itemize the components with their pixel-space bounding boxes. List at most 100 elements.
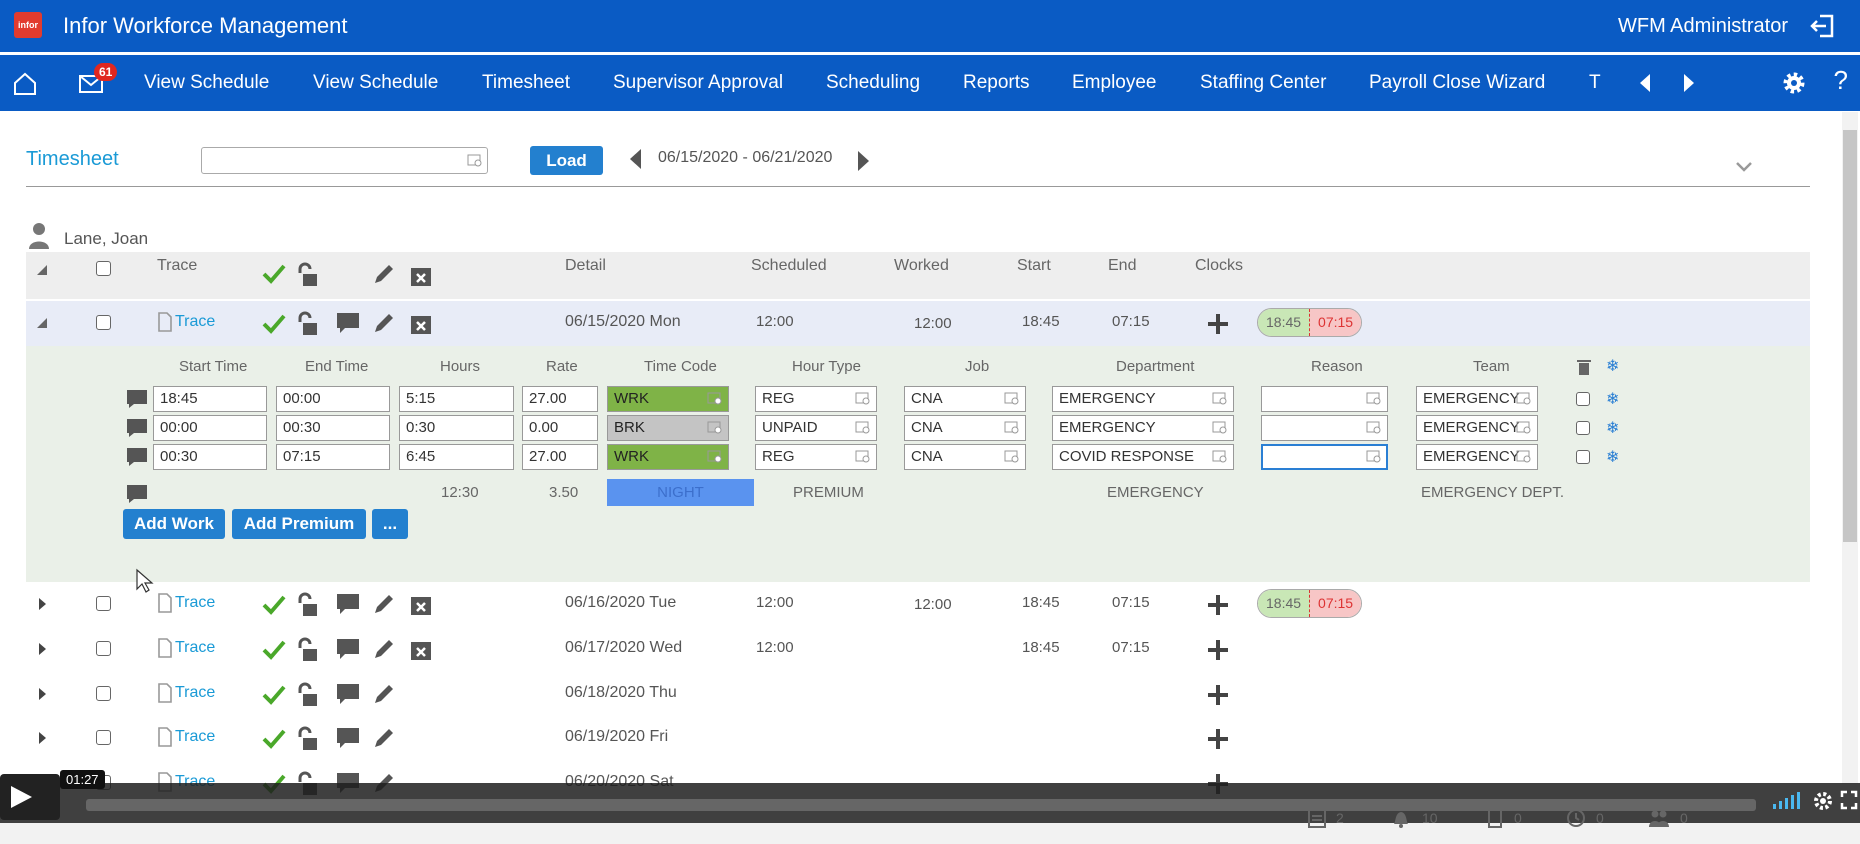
- unlock-icon[interactable]: [294, 311, 320, 337]
- collapse-all-icon[interactable]: [36, 264, 48, 276]
- department-field[interactable]: EMERGENCY: [1052, 415, 1234, 441]
- lookup-icon[interactable]: [707, 450, 723, 464]
- add-clock-icon[interactable]: [1206, 593, 1230, 617]
- lookup-icon[interactable]: [1516, 392, 1532, 406]
- snowflake-icon[interactable]: ❄: [1606, 418, 1619, 438]
- trace-link[interactable]: Trace: [175, 639, 215, 657]
- expand-row-icon[interactable]: [37, 687, 47, 701]
- delete-day-icon[interactable]: [409, 312, 433, 336]
- trace-link[interactable]: Trace: [175, 684, 215, 702]
- comment-icon[interactable]: [126, 389, 148, 409]
- employee-search-input[interactable]: [201, 147, 488, 174]
- help-icon[interactable]: ?: [1834, 65, 1848, 96]
- lookup-icon[interactable]: [1004, 450, 1020, 464]
- trash-icon[interactable]: [1576, 358, 1592, 376]
- clock-pair[interactable]: 18:45 07:15: [1257, 308, 1363, 337]
- department-field[interactable]: COVID RESPONSE: [1052, 444, 1234, 470]
- unlock-icon[interactable]: [294, 682, 320, 708]
- lookup-icon[interactable]: [855, 450, 871, 464]
- rate-field[interactable]: 27.00: [522, 386, 598, 412]
- lookup-icon[interactable]: [1212, 421, 1228, 435]
- rate-field[interactable]: 27.00: [522, 444, 598, 470]
- add-work-button[interactable]: Add Work: [123, 509, 225, 539]
- row-checkbox[interactable]: [96, 641, 111, 656]
- comment-icon[interactable]: [126, 447, 148, 467]
- pencil-icon[interactable]: [372, 682, 396, 706]
- people-icon[interactable]: [1648, 808, 1670, 828]
- expand-row-icon[interactable]: [37, 642, 47, 656]
- nav-view-schedule-1[interactable]: View Schedule: [144, 72, 269, 94]
- user-name[interactable]: WFM Administrator: [1618, 15, 1788, 38]
- nav-supervisor-approval[interactable]: Supervisor Approval: [613, 72, 783, 94]
- lookup-icon[interactable]: [1004, 421, 1020, 435]
- delete-day-icon[interactable]: [409, 638, 433, 662]
- approve-check-icon[interactable]: [262, 640, 286, 660]
- pencil-icon[interactable]: [372, 726, 396, 750]
- department-field[interactable]: EMERGENCY: [1052, 386, 1234, 412]
- lookup-icon[interactable]: [1366, 392, 1382, 406]
- entry-checkbox[interactable]: [1576, 450, 1590, 464]
- start-time-field[interactable]: 00:00: [153, 415, 267, 441]
- delete-all-icon[interactable]: [409, 264, 433, 288]
- nav-view-schedule-2[interactable]: View Schedule: [313, 72, 438, 94]
- trace-link[interactable]: Trace: [175, 728, 215, 746]
- entry-checkbox[interactable]: [1576, 421, 1590, 435]
- lookup-icon[interactable]: [1004, 392, 1020, 406]
- add-clock-icon[interactable]: [1206, 683, 1230, 707]
- lookup-icon[interactable]: [855, 392, 871, 406]
- approve-check-icon[interactable]: [262, 685, 286, 705]
- pencil-icon[interactable]: [372, 637, 396, 661]
- end-time-field[interactable]: 07:15: [276, 444, 390, 470]
- lookup-icon[interactable]: [1212, 392, 1228, 406]
- bell-icon[interactable]: [1390, 808, 1412, 828]
- nav-reports[interactable]: Reports: [963, 72, 1030, 94]
- nav-payroll-close-wizard[interactable]: Payroll Close Wizard: [1369, 72, 1545, 94]
- volume-icon[interactable]: [1772, 790, 1802, 810]
- lookup-icon[interactable]: [1516, 450, 1532, 464]
- delete-day-icon[interactable]: [409, 593, 433, 617]
- unlock-icon[interactable]: [294, 637, 320, 663]
- hours-field[interactable]: 0:30: [399, 415, 514, 441]
- lookup-icon[interactable]: [467, 154, 483, 168]
- logout-icon[interactable]: [1808, 12, 1836, 40]
- lookup-icon[interactable]: [707, 392, 723, 406]
- snowflake-icon[interactable]: ❄: [1606, 389, 1619, 409]
- comment-icon[interactable]: [336, 727, 360, 749]
- row-checkbox[interactable]: [96, 730, 111, 745]
- comment-icon[interactable]: [336, 638, 360, 660]
- comment-icon[interactable]: [336, 312, 360, 334]
- comment-icon[interactable]: [336, 593, 360, 615]
- approve-all-icon[interactable]: [262, 264, 286, 284]
- add-premium-button[interactable]: Add Premium: [232, 509, 366, 539]
- comment-icon[interactable]: [126, 484, 148, 504]
- hours-field[interactable]: 6:45: [399, 444, 514, 470]
- home-icon[interactable]: [12, 71, 38, 97]
- hours-field[interactable]: 5:15: [399, 386, 514, 412]
- lookup-icon[interactable]: [707, 421, 723, 435]
- add-clock-icon[interactable]: [1206, 727, 1230, 751]
- unlock-icon[interactable]: [294, 726, 320, 752]
- unlock-icon[interactable]: [294, 592, 320, 618]
- lookup-icon[interactable]: [1366, 450, 1382, 464]
- pencil-icon[interactable]: [372, 311, 396, 335]
- start-time-field[interactable]: 18:45: [153, 386, 267, 412]
- snowflake-icon[interactable]: ❄: [1606, 447, 1619, 467]
- end-time-field[interactable]: 00:30: [276, 415, 390, 441]
- lookup-icon[interactable]: [1516, 421, 1532, 435]
- trace-link[interactable]: Trace: [175, 313, 215, 331]
- gear-icon[interactable]: [1780, 69, 1808, 97]
- clock-icon[interactable]: [1565, 808, 1587, 828]
- load-button[interactable]: Load: [530, 146, 603, 175]
- add-clock-icon[interactable]: [1206, 638, 1230, 662]
- nav-employee[interactable]: Employee: [1072, 72, 1157, 94]
- request-icon[interactable]: [1484, 808, 1506, 828]
- entry-checkbox[interactable]: [1576, 392, 1590, 406]
- next-week-icon[interactable]: [856, 149, 872, 173]
- chevron-down-icon[interactable]: [1735, 160, 1753, 174]
- unlock-all-icon[interactable]: [294, 262, 320, 288]
- video-settings-icon[interactable]: [1812, 790, 1834, 812]
- clock-pair[interactable]: 18:45 07:15: [1257, 589, 1363, 618]
- nav-truncated-item[interactable]: T: [1589, 72, 1601, 94]
- lookup-icon[interactable]: [1212, 450, 1228, 464]
- nav-timesheet[interactable]: Timesheet: [482, 72, 570, 94]
